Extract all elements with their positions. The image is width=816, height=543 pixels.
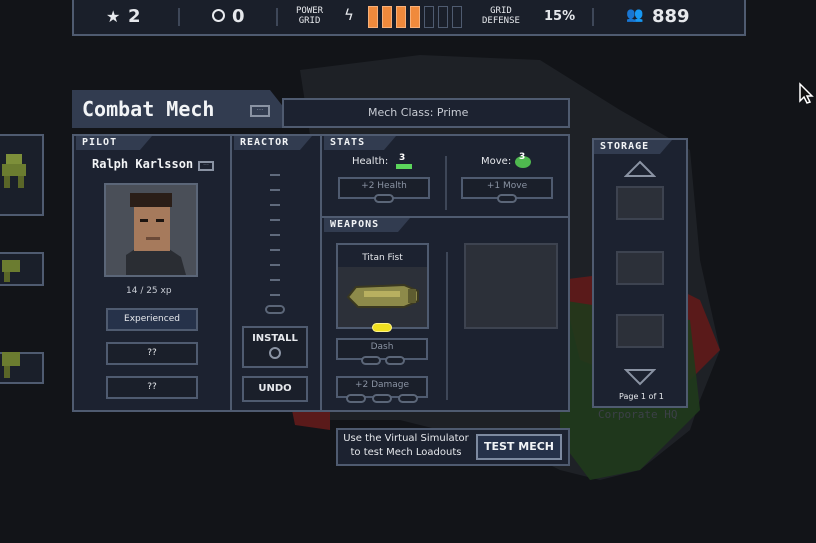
top-resource-bar: ★ 2 0 POWER GRID ϟ GRID DEFENSE 15% 👥 88… — [72, 0, 746, 36]
reactor-bar-tick — [270, 264, 280, 266]
weapons-divider — [446, 252, 448, 400]
star-count: 2 — [128, 6, 141, 27]
pilot-xp: 14 / 25 xp — [126, 286, 172, 296]
storage-page-indicator: Page 1 of 1 — [619, 392, 664, 401]
pilot-face-icon — [106, 185, 196, 275]
reactor-bar-tick — [270, 294, 280, 296]
reputation-icon — [212, 9, 225, 22]
reactor-bar-tick — [270, 219, 280, 221]
mouse-cursor-icon — [799, 82, 814, 104]
move-label: Move: — [481, 156, 512, 167]
reactor-header: REACTOR — [234, 136, 312, 150]
map-region-label: Corporate HQ — [598, 408, 678, 421]
reactor-bar-tick — [270, 189, 280, 191]
power-grid-segment — [396, 6, 406, 28]
move-upgrade-core-slot — [497, 194, 517, 203]
power-grid-segment — [424, 6, 434, 28]
weapon-upgrade-damage-label: +2 Damage — [354, 380, 410, 390]
damage-core-slot — [372, 394, 392, 403]
weapon-name: Titan Fist — [362, 253, 403, 263]
reactor-bar-tick — [270, 234, 280, 236]
population-icon: 👥 — [626, 7, 644, 23]
storage-scroll-up-icon[interactable] — [624, 160, 656, 178]
squad-mech-card[interactable] — [0, 252, 44, 286]
pilot-name: Ralph Karlsson — [92, 157, 194, 171]
power-grid-segment — [368, 6, 378, 28]
rename-mech-button[interactable]: ··· — [250, 105, 270, 117]
test-mech-button[interactable]: TEST MECH — [476, 434, 562, 460]
mech-class-label: Mech Class: Prime — [368, 106, 469, 119]
stats-divider — [445, 156, 447, 210]
install-core-button[interactable]: INSTALL — [242, 326, 308, 368]
grid-defense-label: GRID DEFENSE — [482, 6, 520, 26]
power-grid-segment — [438, 6, 448, 28]
health-value: 3 — [399, 153, 406, 163]
undo-button[interactable]: UNDO — [242, 376, 308, 402]
health-label: Health: — [352, 156, 389, 167]
reactor-bar-tick — [270, 174, 280, 176]
weapon-name-bar: Titan Fist — [338, 245, 427, 267]
mech-portrait-icon — [2, 154, 26, 188]
mech-portrait-icon — [2, 260, 20, 282]
move-icon: 3 — [514, 152, 532, 169]
population-count: 889 — [652, 6, 690, 27]
storage-slot[interactable] — [616, 186, 664, 220]
weapon-upgrade-dash[interactable]: Dash — [336, 338, 428, 360]
reactor-core-icon — [269, 347, 281, 359]
pilot-skill-locked[interactable]: ?? — [106, 342, 198, 365]
reactor-bar-tick — [270, 249, 280, 251]
simulator-text: Use the Virtual Simulator to test Mech L… — [343, 433, 469, 458]
health-upgrade-label: +2 Health — [361, 181, 407, 191]
move-value: 3 — [519, 152, 526, 162]
squad-mech-card[interactable] — [0, 352, 44, 384]
pilot-skill-locked[interactable]: ?? — [106, 376, 198, 399]
weapon-card[interactable]: Titan Fist — [336, 243, 429, 329]
reactor-bar-tick — [270, 279, 280, 281]
mech-title-bar: Combat Mech ··· Mech Class: Prime — [72, 90, 570, 128]
pilot-portrait[interactable] — [104, 183, 198, 277]
storage-slot[interactable] — [616, 251, 664, 285]
stats-header: STATS — [324, 136, 396, 150]
move-upgrade-label: +1 Move — [486, 181, 528, 191]
dash-core-slot — [361, 356, 381, 365]
mech-title: Combat Mech — [82, 97, 215, 121]
weapons-header: WEAPONS — [324, 218, 410, 232]
reactor-bar-tick — [270, 204, 280, 206]
weapon-power-indicator — [372, 323, 392, 332]
dash-core-slot — [385, 356, 405, 365]
health-icon: 3 — [396, 153, 412, 169]
empty-weapon-slot[interactable] — [464, 243, 558, 329]
pilot-skill-experienced[interactable]: Experienced — [106, 308, 198, 331]
damage-core-slot — [346, 394, 366, 403]
power-grid-segment — [382, 6, 392, 28]
squad-mech-card[interactable] — [0, 134, 44, 216]
weapon-upgrade-dash-label: Dash — [370, 342, 394, 352]
mech-portrait-icon — [2, 352, 20, 378]
reactor-section — [232, 136, 322, 410]
grid-defense-value: 15% — [544, 9, 576, 24]
pilot-header: PILOT — [76, 136, 152, 150]
storage-slot[interactable] — [616, 314, 664, 348]
reputation-count: 0 — [232, 6, 245, 27]
lightning-icon: ϟ — [344, 6, 354, 24]
power-grid-segment — [452, 6, 462, 28]
star-icon: ★ — [106, 7, 121, 26]
reactor-core-slot — [265, 305, 285, 314]
power-grid-label: POWER GRID — [296, 6, 324, 26]
damage-core-slot — [398, 394, 418, 403]
health-upgrade-core-slot — [374, 194, 394, 203]
storage-header: STORAGE — [594, 140, 672, 154]
install-label: INSTALL — [252, 333, 298, 344]
rename-pilot-button[interactable]: ··· — [198, 161, 214, 171]
titan-fist-icon — [346, 283, 419, 308]
storage-scroll-down-icon[interactable] — [624, 368, 656, 386]
power-grid-segment — [410, 6, 420, 28]
